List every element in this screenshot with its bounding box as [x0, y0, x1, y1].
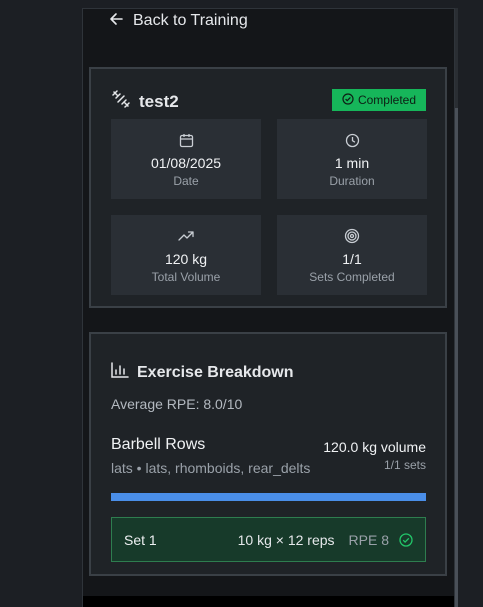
exercise-name: Barbell Rows: [111, 436, 206, 453]
session-title: test2: [111, 89, 179, 114]
set-rpe: RPE 8: [348, 531, 389, 548]
stat-label: Duration: [329, 174, 375, 188]
set-detail: 10 kg × 12 reps: [237, 531, 335, 548]
bar-chart-icon: [111, 362, 129, 383]
stat-value: 120 kg: [164, 251, 208, 267]
set-row: Set 1 10 kg × 12 reps RPE 8: [111, 517, 426, 562]
stat-label: Date: [173, 174, 199, 188]
stat-duration: 1 min Duration: [277, 119, 427, 199]
session-name: test2: [139, 91, 179, 111]
clock-icon: [345, 131, 360, 149]
arrow-left-icon: [109, 12, 123, 31]
exercise-progress-bar: [111, 493, 426, 501]
scrollbar-thumb[interactable]: [455, 108, 458, 607]
stat-sets-completed: 1/1 Sets Completed: [277, 215, 427, 295]
trending-up-icon: [178, 227, 194, 245]
stat-label: Total Volume: [151, 270, 221, 284]
back-to-training-link[interactable]: Back to Training: [109, 11, 248, 31]
calendar-icon: [179, 131, 194, 149]
stat-value: 01/08/2025: [150, 155, 222, 171]
average-rpe: Average RPE: 8.0/10: [111, 396, 243, 412]
status-badge: Completed: [331, 89, 426, 111]
back-label: Back to Training: [133, 12, 248, 29]
status-label: Completed: [357, 93, 416, 107]
set-label: Set 1: [124, 531, 157, 548]
exercise-volume: 120.0 kg volume: [323, 439, 426, 455]
stat-label: Sets Completed: [309, 270, 395, 284]
exercise-muscles: lats • lats, rhomboids, rear_delts: [111, 460, 311, 476]
stat-date: 01/08/2025 Date: [111, 119, 261, 199]
stat-value: 1/1: [342, 251, 362, 267]
section-title: Exercise Breakdown: [111, 362, 294, 383]
check-circle-icon: [399, 532, 413, 547]
target-icon: [344, 227, 360, 245]
progress-fill: [111, 493, 426, 501]
exercise-sets: 1/1 sets: [383, 458, 426, 472]
check-circle-icon: [342, 92, 354, 108]
exercise-breakdown-card: Exercise Breakdown Average RPE: 8.0/10 B…: [89, 332, 447, 576]
footer-strip: [83, 596, 454, 607]
stat-total-volume: 120 kg Total Volume: [111, 215, 261, 295]
session-summary-card: test2 Completed 01/08/2025 Date 1 min Du…: [89, 67, 447, 308]
stat-value: 1 min: [334, 155, 370, 171]
dumbbell-icon: [111, 89, 131, 114]
workout-detail-panel: Back to Training test2 Completed 01/08/2…: [82, 8, 455, 607]
breakdown-title: Exercise Breakdown: [137, 363, 294, 381]
